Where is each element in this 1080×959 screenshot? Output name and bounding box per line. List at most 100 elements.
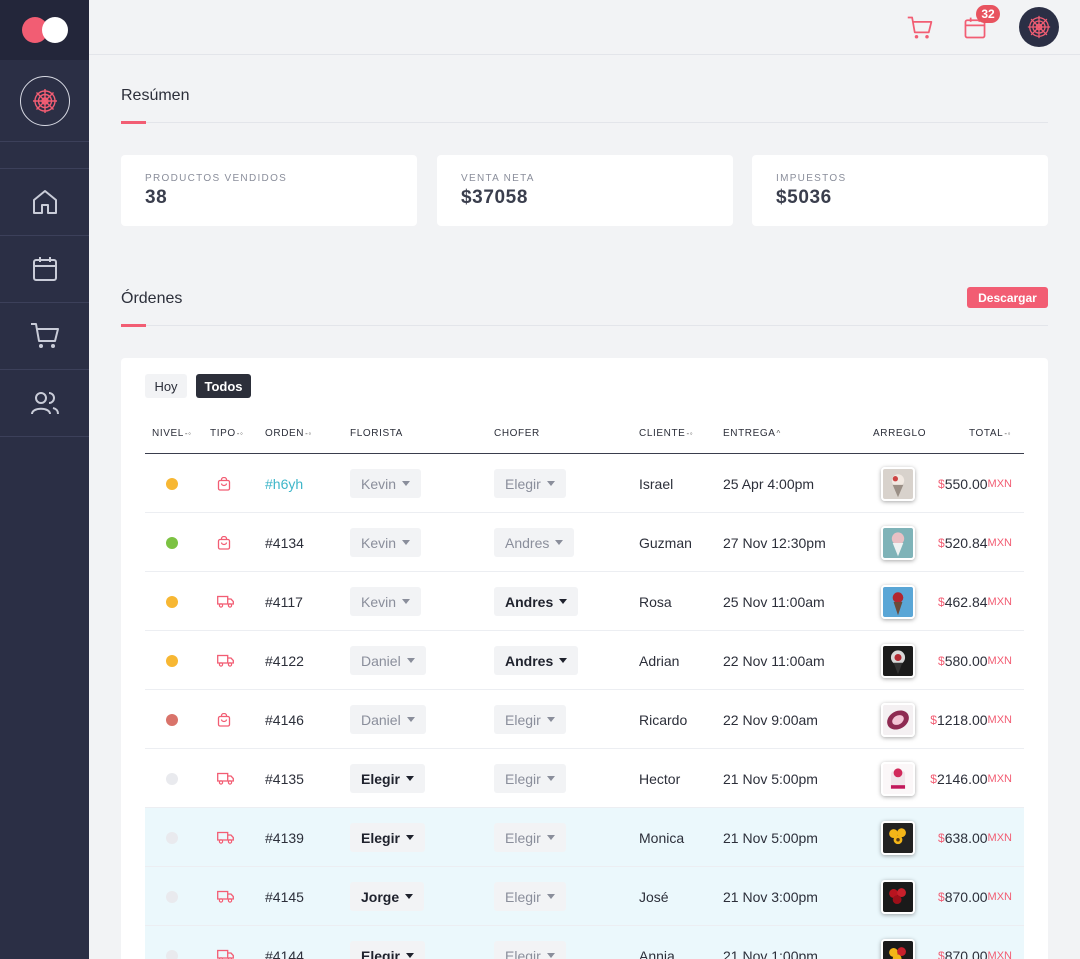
driver-dropdown[interactable]: Elegir [494, 882, 566, 911]
table-row[interactable]: #4145 Jorge Elegir José 21 Nov 3:00pm $870.00… [145, 867, 1024, 926]
chevron-down-icon [559, 599, 568, 604]
client-name: Annia [639, 947, 675, 959]
order-total: $580.00 MXN [915, 631, 1012, 690]
florist-dropdown[interactable]: Kevin [350, 587, 422, 616]
total-amount: 550.00 [944, 475, 988, 492]
truck-icon [217, 654, 234, 667]
florist-cell: Elegir [350, 749, 425, 808]
order-total: $2146.00 MXN [915, 749, 1012, 808]
order-id: #4117 [265, 593, 303, 610]
sidebar-item-users[interactable] [0, 370, 89, 437]
arrangement-thumbnail[interactable] [881, 466, 915, 501]
col-tipo[interactable]: TIPO-◦ [210, 428, 243, 439]
delivery-date: 21 Nov 5:00pm [723, 770, 818, 787]
arrangement-cell [881, 454, 915, 513]
table-row[interactable]: #4134 Kevin Andres Guzman 27 Nov 12:30pm $520… [145, 513, 1024, 572]
sidebar-item-cart[interactable] [0, 303, 89, 370]
delivery-date: 22 Nov 11:00am [723, 652, 825, 669]
level-indicator [166, 890, 178, 903]
col-orden[interactable]: ORDEN-◦ [265, 428, 312, 439]
driver-dropdown[interactable]: Elegir [494, 764, 566, 793]
arrangement-thumbnail[interactable] [881, 879, 915, 914]
level-cell [166, 867, 178, 926]
stat-card-taxes: IMPUESTOS $5036 [752, 155, 1048, 226]
user-avatar[interactable] [1019, 7, 1059, 47]
stat-card-net-sales: VENTA NETA $37058 [437, 155, 733, 226]
app-logo[interactable] [0, 0, 89, 60]
arrangement-thumbnail[interactable] [881, 584, 915, 619]
driver-dropdown[interactable]: Elegir [494, 705, 566, 734]
col-nivel[interactable]: NIVEL-◦ [152, 428, 192, 439]
currency-code: MXN [987, 772, 1012, 785]
table-row[interactable]: #4139 Elegir Elegir Monica 21 Nov 5:00pm $638… [145, 808, 1024, 867]
chevron-down-icon [405, 835, 414, 840]
level-cell [166, 631, 178, 690]
arrangement-thumbnail[interactable] [881, 820, 915, 855]
chevron-down-icon [546, 776, 555, 781]
driver-dropdown[interactable]: Elegir [494, 941, 566, 959]
driver-dropdown[interactable]: Andres [494, 587, 579, 616]
chevron-down-icon [402, 540, 411, 545]
filter-today-button[interactable]: Hoy [145, 374, 187, 398]
florist-dropdown[interactable]: Elegir [350, 823, 425, 852]
arrangement-thumbnail[interactable] [881, 525, 915, 560]
florist-dropdown[interactable]: Elegir [350, 941, 425, 959]
arrangement-thumbnail[interactable] [881, 643, 915, 678]
top-cart-button[interactable] [906, 14, 934, 47]
chevron-down-icon [406, 658, 415, 663]
florist-dropdown[interactable]: Kevin [350, 528, 422, 557]
driver-dropdown[interactable]: Elegir [494, 469, 566, 498]
order-id[interactable]: #h6yh [265, 454, 303, 513]
divider [121, 122, 1048, 123]
total-amount: 638.00 [944, 829, 988, 846]
driver-dropdown[interactable]: Andres [494, 528, 575, 557]
table-row[interactable]: #4146 Daniel Elegir Ricardo 22 Nov 9:00am $12… [145, 690, 1024, 749]
florist-dropdown[interactable]: Daniel [350, 705, 426, 734]
chevron-down-icon [546, 717, 555, 722]
delivery-date: 21 Nov 3:00pm [723, 888, 818, 905]
chevron-down-icon [555, 540, 564, 545]
sidebar-item-calendar[interactable] [0, 236, 89, 303]
table-row[interactable]: #4144 Elegir Elegir Annia 21 Nov 1:00pm $870.… [145, 926, 1024, 959]
delivery-date: 21 Nov 1:00pm [723, 947, 818, 959]
sidebar-item-home[interactable] [0, 169, 89, 236]
table-row[interactable]: #4117 Kevin Andres Rosa 25 Nov 11:00am $462.8… [145, 572, 1024, 631]
filter-all-button[interactable]: Todos [196, 374, 251, 398]
sidebar-avatar[interactable] [19, 75, 70, 126]
summary-title: Resúmen [121, 87, 190, 104]
table-row[interactable]: #h6yh Kevin Elegir Israel 25 Apr 4:00pm $550.… [145, 454, 1024, 513]
florist-cell: Jorge [350, 867, 425, 926]
driver-dropdown[interactable]: Andres [494, 646, 579, 675]
col-cliente[interactable]: CLIENTE-◦ [639, 428, 693, 439]
driver-cell: Elegir [494, 808, 566, 867]
truck-icon [217, 772, 234, 785]
level-cell [166, 808, 178, 867]
arrangement-thumbnail[interactable] [881, 702, 915, 737]
currency-code: MXN [987, 713, 1012, 726]
florist-dropdown[interactable]: Daniel [350, 646, 426, 675]
arrangement-thumbnail[interactable] [881, 761, 915, 796]
download-button[interactable]: Descargar [967, 287, 1048, 308]
truck-icon [217, 949, 234, 959]
florist-cell: Kevin [350, 513, 422, 572]
florist-dropdown[interactable]: Jorge [350, 882, 425, 911]
col-total[interactable]: TOTAL-◦ [969, 428, 1011, 439]
cart-icon [30, 323, 59, 348]
arrangement-thumbnail[interactable] [881, 938, 915, 959]
sidebar [0, 0, 89, 959]
calendar-badge: 32 [976, 5, 1000, 23]
florist-dropdown[interactable]: Elegir [350, 764, 425, 793]
level-indicator [166, 477, 178, 490]
col-florista: FLORISTA [350, 428, 403, 439]
col-entrega[interactable]: ENTREGA^ [723, 428, 781, 439]
florist-dropdown[interactable]: Kevin [350, 469, 422, 498]
order-total: $550.00 MXN [915, 454, 1012, 513]
chevron-down-icon [546, 953, 555, 958]
sort-asc-icon: ^ [776, 429, 781, 438]
delivery-date: 21 Nov 5:00pm [723, 829, 818, 846]
total-amount: 870.00 [944, 888, 988, 905]
level-cell [166, 749, 178, 808]
table-row[interactable]: #4122 Daniel Andres Adrian 22 Nov 11:00am $58… [145, 631, 1024, 690]
table-row[interactable]: #4135 Elegir Elegir Hector 21 Nov 5:00pm $214… [145, 749, 1024, 808]
driver-dropdown[interactable]: Elegir [494, 823, 566, 852]
